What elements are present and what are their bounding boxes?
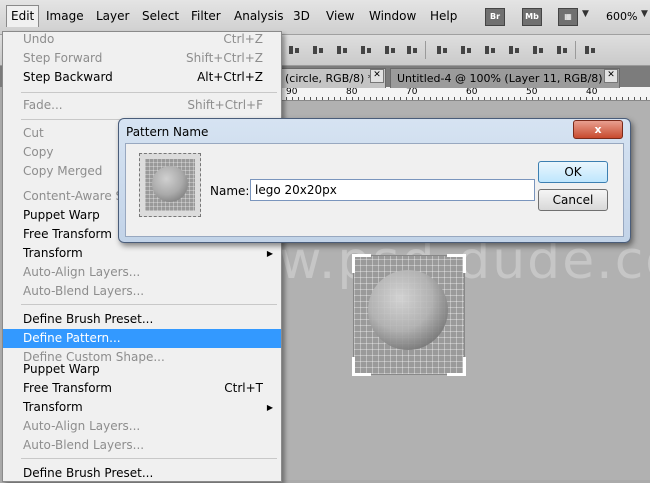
menu-analysis[interactable]: Analysis [234,9,283,23]
bridge-button[interactable]: Br [485,8,505,26]
align-left-icon[interactable] [360,44,372,56]
minibridge-button[interactable]: Mb [522,8,542,26]
corner-mark [447,357,466,376]
menu-layer[interactable]: Layer [96,9,129,23]
ruler-number: 40 [585,87,599,97]
corner-mark [447,254,466,273]
menu-image[interactable]: Image [46,9,84,23]
pattern-preview [139,153,201,217]
menu-item-transform[interactable]: Transform ▶ [3,244,281,263]
menu-filter[interactable]: Filter [191,9,221,23]
distribute-top-icon[interactable] [436,44,448,56]
ruler-number: 70 [405,87,419,97]
menu-item-undo[interactable]: Undo Ctrl+Z [3,30,281,49]
distribute-bottom-icon[interactable] [484,44,496,56]
menu-item-auto-align-layers[interactable]: Auto-Align Layers... [3,417,281,436]
close-icon[interactable]: ✕ [370,69,384,83]
menu-item-step-backward[interactable]: Step Backward Alt+Ctrl+Z [3,68,281,87]
lego-stud-circle [368,270,448,350]
ruler-number: 80 [345,87,359,97]
align-horizontal-center-icon[interactable] [384,44,396,56]
menu-item-auto-blend-layers[interactable]: Auto-Blend Layers... [3,436,281,455]
menu-item-define-brush-preset[interactable]: Define Brush Preset... [3,310,281,329]
menu-item-free-transform[interactable]: Free Transform Ctrl+T [3,379,281,398]
chevron-right-icon: ▶ [266,403,273,412]
chevron-down-icon[interactable]: ▼ [582,9,589,19]
align-right-icon[interactable] [406,44,418,56]
menu-3d[interactable]: 3D [293,9,310,23]
corner-mark [352,254,371,273]
pattern-name-input[interactable] [250,179,535,201]
corner-mark [352,357,371,376]
distribute-right-icon[interactable] [556,44,568,56]
close-icon: x [594,123,602,136]
edit-menu-dropdown: Undo Ctrl+Z Step Forward Shift+Ctrl+Z St… [2,31,282,482]
horizontal-ruler[interactable]: 90 80 70 60 50 40 [280,87,650,101]
menu-item-define-brush-preset[interactable]: Define Brush Preset... [3,464,281,483]
zoom-level[interactable]: 600% [606,10,637,23]
close-button[interactable]: x [573,120,623,139]
ruler-number: 60 [465,87,479,97]
tab-untitled-4[interactable]: Untitled-4 @ 100% (Layer 11, RGB/8) * [390,68,620,88]
menu-item-fade[interactable]: Fade... Shift+Ctrl+F [3,96,281,115]
menu-divider [21,304,277,305]
menu-divider [21,92,277,93]
ok-button[interactable]: OK [538,161,608,183]
toolbar-divider [575,41,576,59]
distribute-horizontal-center-icon[interactable] [532,44,544,56]
distribute-left-icon[interactable] [508,44,520,56]
tab-label: (circle, RGB/8) * [285,72,374,85]
menu-view[interactable]: View [326,9,354,23]
menu-item-auto-align-layers[interactable]: Auto-Align Layers... [3,263,281,282]
lego-stud-artwork [352,254,466,376]
view-extras-button[interactable]: ▦ [558,8,578,26]
align-bottom-icon[interactable] [336,44,348,56]
dialog-title: Pattern Name [126,125,209,139]
menu-edit[interactable]: Edit [6,5,40,27]
dialog-body: Name: OK Cancel [125,143,624,237]
chevron-right-icon: ▶ [266,249,273,258]
distribute-vertical-center-icon[interactable] [460,44,472,56]
menu-item-step-forward[interactable]: Step Forward Shift+Ctrl+Z [3,49,281,68]
tab-label: Untitled-4 @ 100% (Layer 11, RGB/8) * [397,72,612,85]
cancel-button[interactable]: Cancel [538,189,608,211]
pattern-preview-image [145,159,195,211]
ruler-number: 50 [525,87,539,97]
menu-window[interactable]: Window [369,9,416,23]
menu-item-auto-blend-layers[interactable]: Auto-Blend Layers... [3,282,281,301]
pattern-name-dialog: Pattern Name x Name: OK Cancel [118,118,631,243]
menu-item-transform[interactable]: Transform ▶ [3,398,281,417]
align-vertical-center-icon[interactable] [312,44,324,56]
chevron-down-icon[interactable]: ▼ [641,9,648,19]
grid-icon: ▦ [564,12,572,21]
menu-item-define-pattern[interactable]: Define Pattern... [3,329,281,348]
auto-align-icon[interactable] [584,44,596,56]
toolbar-divider [425,41,426,59]
ruler-number: 90 [285,87,299,97]
pattern-preview-stud [152,166,188,202]
name-label: Name: [210,184,250,198]
menu-help[interactable]: Help [430,9,457,23]
menu-divider [21,458,277,459]
menu-select[interactable]: Select [142,9,179,23]
close-icon[interactable]: ✕ [604,69,618,83]
align-top-icon[interactable] [288,44,300,56]
menu-item-puppet-warp[interactable]: Puppet Warp [3,360,281,379]
